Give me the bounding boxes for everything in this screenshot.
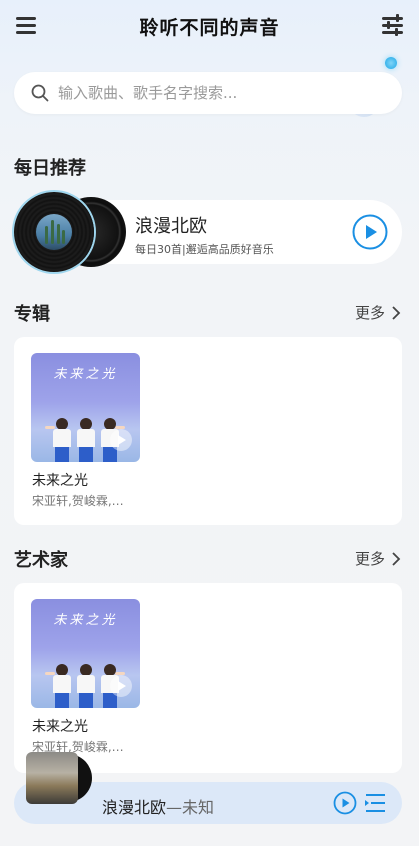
daily-playlist-desc: 每日30首|邂逅高品质好音乐 (135, 243, 274, 256)
album-more-link[interactable]: 更多 (355, 302, 401, 323)
cover-figure (75, 418, 97, 462)
daily-playlist-name: 浪漫北欧 (135, 216, 207, 237)
artist-name[interactable]: 未来之光 (32, 716, 88, 736)
artist-cover[interactable]: 未来之光 (31, 599, 140, 708)
chevron-right-icon (392, 551, 401, 566)
play-icon[interactable] (352, 214, 388, 250)
play-icon[interactable] (110, 675, 132, 697)
album-artist: 宋亚轩,贺峻霖,… (32, 494, 124, 508)
play-icon[interactable] (333, 791, 357, 815)
album-section-title: 专辑 (14, 304, 50, 325)
daily-recommend-card[interactable]: 浪漫北欧 每日30首|邂逅高品质好音乐 (14, 192, 402, 272)
album-cover[interactable]: 未来之光 (31, 353, 140, 462)
search-input[interactable] (58, 72, 378, 114)
more-label: 更多 (354, 304, 385, 322)
decor-bubble (385, 57, 397, 69)
cover-art (36, 214, 72, 250)
cover-title: 未来之光 (53, 613, 118, 628)
cover-figure (75, 664, 97, 708)
vinyl-disc-icon (14, 192, 94, 272)
search-icon (31, 84, 49, 102)
settings-sliders-icon[interactable] (381, 14, 405, 36)
artist-section-title: 艺术家 (14, 550, 68, 571)
album-name[interactable]: 未来之光 (32, 470, 88, 490)
mini-player-cover[interactable] (26, 752, 92, 804)
play-icon[interactable] (110, 429, 132, 451)
artist-more-link[interactable]: 更多 (355, 548, 401, 569)
chevron-right-icon (392, 305, 401, 320)
cover-art (26, 752, 78, 804)
artist-card: 未来之光 未来之光 宋亚轩,贺峻霖,… (14, 583, 402, 773)
album-card: 未来之光 未来之光 宋亚轩,贺峻霖,… (14, 337, 402, 525)
cover-figure (45, 418, 73, 462)
now-playing-title: 浪漫北欧—未知 (102, 794, 214, 818)
daily-section-title: 每日推荐 (14, 158, 86, 179)
page-title: 聆听不同的声音 (139, 17, 280, 39)
now-playing-song: 浪漫北欧 (102, 798, 167, 817)
now-playing-artist: —未知 (166, 798, 215, 817)
cover-title: 未来之光 (53, 367, 118, 382)
playlist-icon[interactable] (363, 792, 387, 814)
search-bar[interactable] (14, 72, 402, 114)
more-label: 更多 (354, 550, 385, 568)
cover-figure (45, 664, 73, 708)
app-header: 聆听不同的声音 (0, 0, 419, 56)
